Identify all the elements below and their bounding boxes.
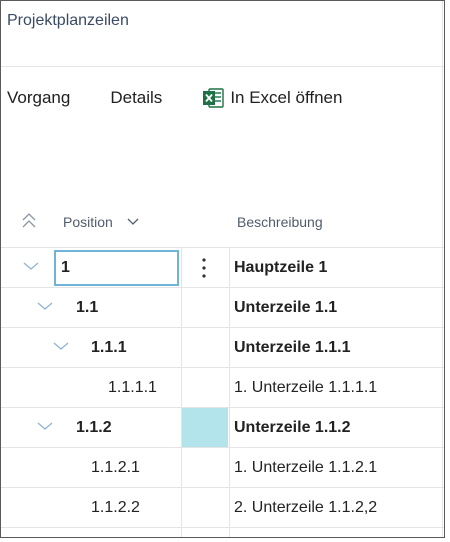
table-row[interactable]: 1.1.2.2 2. Unterzeile 1.1.2,2: [1, 487, 444, 527]
row-action-cell[interactable]: [181, 328, 228, 367]
cell-description: Hauptzeile 1: [229, 248, 444, 287]
column-header-description[interactable]: Beschreibung: [237, 214, 323, 230]
row-action-cell[interactable]: [181, 488, 228, 527]
action-bar: Vorgang Details In Excel öffnen: [7, 87, 342, 109]
table-row[interactable]: 1.1 Unterzeile 1.1: [1, 287, 444, 327]
page-panel: Projektplanzeilen Vorgang Details In Exc…: [0, 0, 445, 538]
cell-position: 1.1.2.1: [91, 459, 140, 476]
chevron-down-icon[interactable]: [23, 261, 39, 271]
cell-position: 1.1.2.2: [91, 499, 140, 516]
row-action-cell[interactable]: [181, 408, 228, 447]
column-header-position-label: Position: [63, 214, 113, 230]
cell-position: 1.1: [76, 299, 99, 316]
table-row[interactable]: 1.1.2.1 1. Unterzeile 1.1.2.1: [1, 447, 444, 487]
row-action-cell[interactable]: [181, 448, 228, 487]
table-row[interactable]: 1 Hauptzeile 1: [1, 247, 444, 287]
row-action-cell[interactable]: [181, 288, 228, 327]
more-options-icon[interactable]: [202, 256, 206, 280]
cell-description: [229, 528, 444, 537]
grid-body: 1 Hauptzeile 1 1.1 Unterzeile 1.1 1.1.1 Unter…: [1, 247, 444, 537]
divider: [1, 66, 444, 67]
action-vorgang-label: Vorgang: [7, 88, 71, 107]
cell-description: Unterzeile 1.1.1: [229, 328, 444, 367]
open-in-excel-button[interactable]: In Excel öffnen: [202, 87, 342, 109]
table-row[interactable]: 1.1.2 Unterzeile 1.1.2: [1, 407, 444, 447]
collapse-all-icon[interactable]: [20, 210, 38, 232]
cell-description: Unterzeile 1.1: [229, 288, 444, 327]
table-row[interactable]: 1.1.1 Unterzeile 1.1.1: [1, 327, 444, 367]
cell-position: 1.1.2: [76, 419, 112, 436]
chevron-down-icon[interactable]: [37, 301, 53, 311]
row-action-cell: [181, 528, 228, 537]
row-action-cell[interactable]: [181, 368, 228, 407]
cell-description: 1. Unterzeile 1.1.1.1: [229, 368, 444, 407]
cell-description: 1. Unterzeile 1.1.2.1: [229, 448, 444, 487]
chevron-down-icon[interactable]: [37, 421, 53, 431]
cell-description: Unterzeile 1.1.2: [229, 408, 444, 447]
chevron-down-icon[interactable]: [127, 217, 139, 227]
table-row[interactable]: 1.1.1.1 1. Unterzeile 1.1.1.1: [1, 367, 444, 407]
row-action-cell[interactable]: [181, 248, 228, 287]
position-input[interactable]: [54, 250, 179, 286]
cell-position: 1.1.1: [91, 339, 127, 356]
column-header-position[interactable]: Position: [63, 214, 139, 230]
chevron-down-icon[interactable]: [53, 341, 69, 351]
cell-position: 1.1.1.1: [108, 379, 157, 396]
table-row: [1, 527, 444, 537]
action-details-label: Details: [110, 88, 163, 107]
action-details[interactable]: Details: [110, 88, 162, 108]
action-vorgang[interactable]: Vorgang: [7, 88, 70, 108]
grid-header: Position Beschreibung: [1, 203, 444, 243]
page-title: Projektplanzeilen: [7, 12, 129, 29]
open-in-excel-label: In Excel öffnen: [230, 88, 343, 107]
cell-position: 1: [61, 259, 70, 276]
excel-icon: [203, 88, 225, 108]
cell-description: 2. Unterzeile 1.1.2,2: [229, 488, 444, 527]
divider: [442, 1, 443, 537]
